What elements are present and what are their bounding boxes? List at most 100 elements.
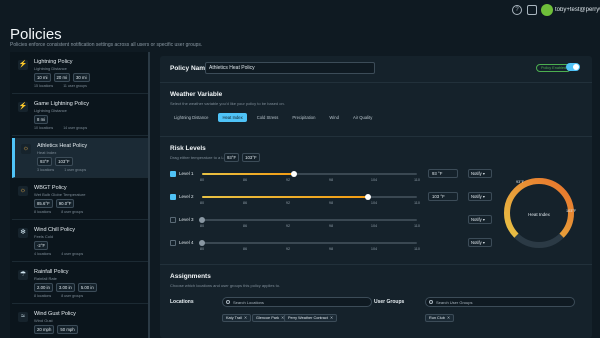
policy-name: Wind Gust Policy	[34, 311, 76, 317]
policy-card-rainfall[interactable]: ☂ Rainfall Policy Rainfall Rate 2.00 in …	[12, 264, 148, 304]
level-1-checkbox[interactable]	[170, 171, 176, 177]
level-slider[interactable]	[202, 171, 417, 177]
level-slider-handle[interactable]	[199, 240, 205, 246]
tab-wind[interactable]: Wind	[325, 113, 343, 122]
user-groups-count: 1 user groups	[64, 168, 87, 172]
level-2-checkbox[interactable]	[170, 194, 176, 200]
tick-label: 92	[285, 201, 291, 205]
risk-temp-chip: 93°F	[224, 153, 240, 162]
sun-icon: ☼	[18, 186, 28, 196]
policy-card-wind-gust[interactable]: ≈ Wind Gust Policy Wind Gust 20 mph 50 m…	[12, 306, 148, 338]
level-value-input[interactable]: 93 °F	[428, 169, 458, 178]
remove-tag-icon[interactable]: ✕	[244, 316, 247, 320]
avatar[interactable]	[541, 4, 553, 16]
threshold-chip: 50 mph	[57, 325, 78, 334]
location-tag: Glencoe Park ✕	[252, 314, 289, 322]
level-slider-handle[interactable]	[199, 217, 205, 223]
location-tag-label: Glencoe Park	[256, 316, 280, 320]
threshold-chip: 20 mi	[53, 73, 71, 82]
policy-name-input[interactable]	[205, 62, 375, 74]
tab-heat-index[interactable]: Heat Index	[218, 113, 247, 122]
policy-variable: Heat Index	[37, 150, 57, 155]
policy-enabled-toggle[interactable]	[566, 63, 580, 71]
level-4-checkbox[interactable]	[170, 240, 176, 246]
tab-lightning-distance[interactable]: Lightning Distance	[170, 113, 212, 122]
risk-level-row: Level 2 80 86 92 98 104 110 103 °F Notif…	[170, 192, 492, 214]
threshold-chip: -2°F	[34, 241, 49, 250]
page-title: Policies	[10, 26, 62, 43]
policy-card-athletics-heat[interactable]: ☼ Athletics Heat Policy Heat Index 93°F …	[12, 138, 148, 178]
policy-variable: Feels Cold	[34, 234, 54, 239]
user-groups-count: 11 user groups	[63, 84, 87, 88]
notify-dropdown[interactable]: Notify ▾	[468, 238, 492, 247]
search-icon	[226, 299, 230, 304]
notify-dropdown[interactable]: Notify ▾	[468, 192, 492, 201]
tick-label: 86	[242, 178, 248, 182]
level-3-checkbox[interactable]	[170, 217, 176, 223]
threshold-chip: 30 mi	[73, 73, 90, 82]
remove-tag-icon[interactable]: ✕	[447, 316, 450, 320]
policy-card-lightning[interactable]: ⚡ Lightning Policy Lightning Distance 10…	[12, 54, 148, 94]
remove-tag-icon[interactable]: ✕	[330, 316, 333, 320]
locations-search-input[interactable]: Search Locations	[222, 297, 372, 307]
level-slider-fill	[202, 196, 368, 198]
threshold-chip: 5.00 in	[77, 283, 97, 292]
notify-dropdown[interactable]: Notify ▾	[468, 215, 492, 224]
risk-levels-title: Risk Levels	[170, 145, 206, 152]
tick-label: 86	[242, 201, 248, 205]
user-group-tag: Run Club ✕	[425, 314, 455, 322]
risk-levels-desc: Drag either temperature to a Level	[170, 155, 231, 160]
risk-level-row: Level 3 80 86 92 98 104 110 Notify ▾	[170, 215, 492, 237]
divider	[160, 264, 592, 265]
user-groups-search-input[interactable]: Search User Groups	[425, 297, 575, 307]
tick-label: 104	[370, 247, 378, 251]
policy-variable: Rainfall Rate	[34, 276, 57, 281]
user-group-tag-label: Run Club	[429, 316, 445, 320]
policy-variable: Wind Gust	[34, 318, 53, 323]
risk-level-row: Level 4 80 86 92 98 104 110 Notify ▾	[170, 238, 492, 260]
level-slider-handle[interactable]	[364, 194, 371, 200]
level-label: Level 4	[179, 240, 194, 245]
user-groups-count: 14 user groups	[63, 126, 88, 130]
tab-air-quality[interactable]: Air Quality	[349, 113, 376, 122]
threshold-chip: 103°F	[55, 157, 73, 166]
threshold-chip: 2.00 in	[34, 283, 53, 292]
policy-name: Game Lightning Policy	[34, 101, 90, 107]
policy-card-wbgt[interactable]: ☼ WBGT Policy Wet Bulb Globe Temperature…	[12, 180, 148, 220]
tab-cold-stress[interactable]: Cold Stress	[253, 113, 283, 122]
tab-precipitation[interactable]: Precipitation	[288, 113, 319, 122]
tick-label: 104	[370, 201, 378, 205]
user-groups-count: 4 user groups	[61, 252, 84, 256]
tick-label: 80	[199, 224, 205, 228]
user-email[interactable]: toby+test@perryweather.com	[555, 7, 600, 13]
level-slider[interactable]	[199, 217, 417, 223]
level-label: Level 1	[179, 171, 194, 176]
tick-label: 92	[285, 178, 291, 182]
tick-label: 92	[285, 224, 291, 228]
locations-count: 3 locations	[37, 168, 55, 172]
user-groups-label: User Groups	[374, 299, 405, 305]
threshold-chip: 20 mph	[34, 325, 55, 334]
weather-variable-title: Weather Variable	[170, 91, 223, 98]
umbrella-icon: ☂	[18, 270, 28, 280]
wind-icon: ≈	[18, 312, 28, 322]
notify-label: Notify	[471, 171, 482, 176]
lightning-icon: ⚡	[18, 60, 28, 70]
policy-card-wind-chill[interactable]: ❄ Wind Chill Policy Feels Cold -2°F 4 lo…	[12, 222, 148, 262]
policy-variable: Lightning Distance	[34, 108, 67, 113]
level-slider[interactable]	[202, 194, 417, 200]
notify-dropdown[interactable]: Notify ▾	[468, 169, 492, 178]
level-label: Level 3	[179, 217, 194, 222]
sun-icon: ☼	[21, 144, 31, 154]
bell-icon[interactable]	[527, 5, 537, 15]
level-value-input[interactable]: 103 °F	[428, 192, 458, 201]
divider	[160, 82, 592, 83]
help-icon[interactable]: ?	[512, 5, 522, 15]
policy-card-game-lightning[interactable]: ⚡ Game Lightning Policy Lightning Distan…	[12, 96, 148, 136]
locations-label: Locations	[170, 299, 194, 305]
level-slider-handle[interactable]	[291, 171, 298, 177]
locations-count: 8 locations	[34, 210, 52, 214]
user-groups-placeholder: Search User Groups	[436, 300, 473, 305]
level-slider[interactable]	[199, 240, 417, 246]
page-subtitle: Policies enforce consistent notification…	[10, 42, 203, 48]
